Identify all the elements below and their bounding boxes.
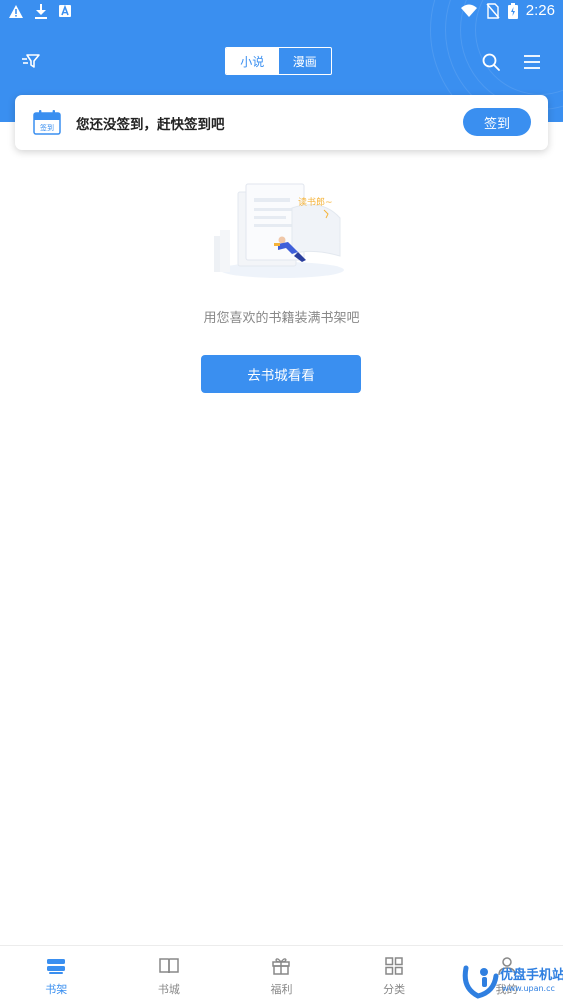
- app-notification-icon: [59, 4, 71, 17]
- filter-button[interactable]: [20, 50, 42, 72]
- calendar-icon: 签到: [33, 110, 61, 135]
- nav-label-category: 分类: [383, 983, 406, 996]
- menu-icon: [524, 55, 540, 69]
- app-screen: 2:26 小说 漫画 签到 您还没签到，赶快签到吧 签到 读书郎~ 用您喜欢的书…: [0, 0, 563, 1002]
- watermark-url: www.upan.cc: [502, 984, 555, 993]
- bookshelf-icon: [47, 959, 66, 974]
- status-bar: 2:26: [0, 0, 563, 24]
- warning-icon: [9, 4, 23, 18]
- menu-button[interactable]: [521, 51, 543, 73]
- nav-item-bookshelf[interactable]: 书架: [0, 946, 113, 1002]
- no-sim-icon: [486, 2, 500, 19]
- nav-item-category[interactable]: 分类: [338, 946, 451, 1002]
- nav-label-bookstore: 书城: [157, 983, 180, 996]
- gift-icon: [272, 958, 291, 975]
- checkin-message: 您还没签到，赶快签到吧: [76, 117, 225, 133]
- battery-icon: [507, 2, 518, 19]
- download-icon: [35, 4, 47, 19]
- search-icon: [482, 53, 500, 71]
- filter-icon: [22, 54, 40, 68]
- search-button[interactable]: [480, 51, 502, 73]
- checkin-button[interactable]: 签到: [463, 108, 531, 136]
- wifi-icon: [460, 4, 477, 17]
- empty-state-message: 用您喜欢的书籍装满书架吧: [203, 311, 360, 326]
- status-time: 2:26: [525, 2, 555, 19]
- calendar-icon-label: 签到: [40, 123, 54, 132]
- empty-bookshelf-illustration: 读书郎~: [214, 183, 344, 278]
- nav-label-bookshelf: 书架: [45, 983, 68, 996]
- watermark-logo-icon: [462, 965, 499, 999]
- checkin-card: 签到 您还没签到，赶快签到吧 签到: [15, 95, 548, 150]
- tab-comic[interactable]: 漫画: [279, 48, 332, 74]
- tab-novel[interactable]: 小说: [226, 48, 279, 74]
- illustration-tag: 读书郎~: [298, 196, 333, 208]
- open-book-icon: [159, 958, 179, 974]
- watermark-text: 优盘手机站: [500, 968, 563, 983]
- content-type-switch: 小说 漫画: [225, 47, 332, 75]
- nav-item-welfare[interactable]: 福利: [225, 946, 338, 1002]
- nav-item-bookstore[interactable]: 书城: [113, 946, 226, 1002]
- go-to-bookstore-button[interactable]: 去书城看看: [201, 355, 361, 393]
- watermark: 优盘手机站 www.upan.cc: [460, 962, 563, 1002]
- nav-label-welfare: 福利: [270, 983, 293, 996]
- grid-icon: [385, 957, 403, 975]
